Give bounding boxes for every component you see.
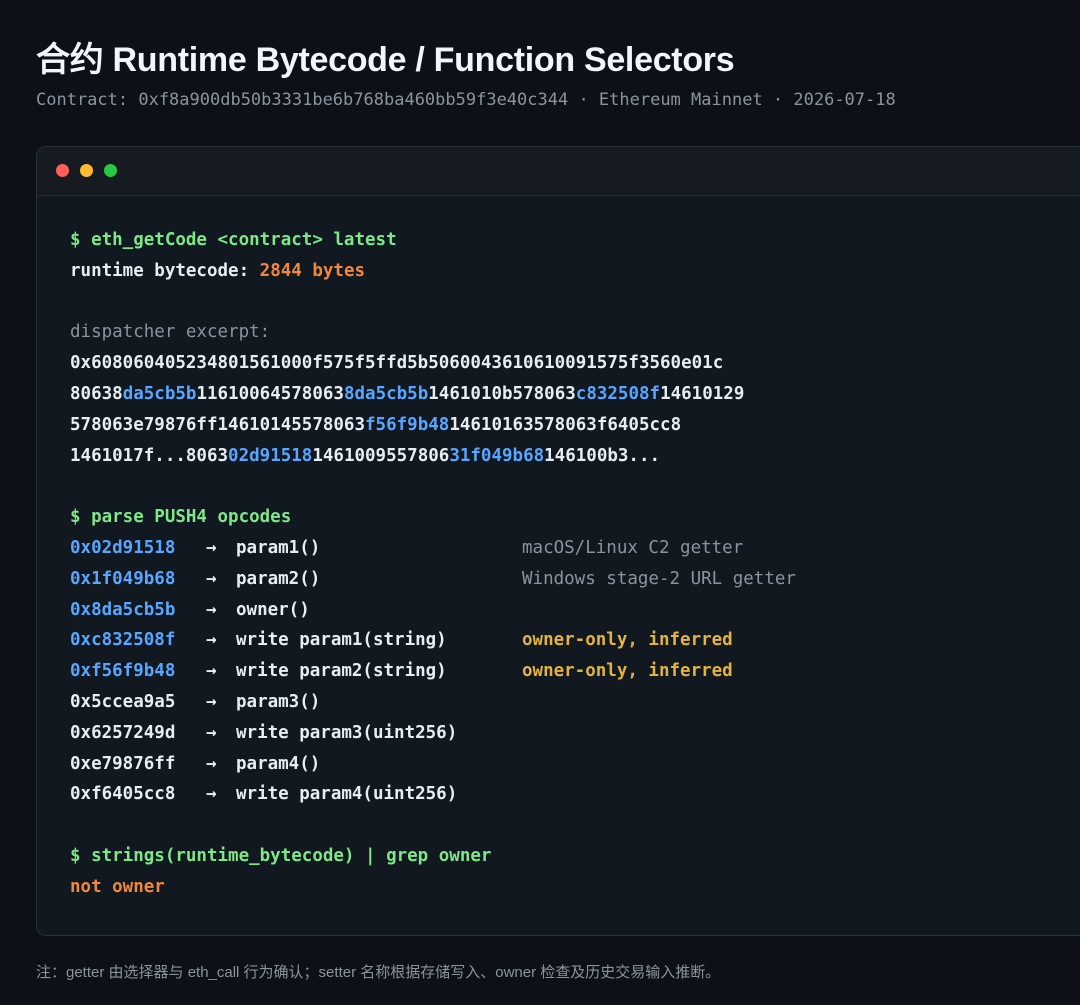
arrow-icon: → — [206, 691, 217, 712]
arrow-icon: → — [206, 661, 217, 682]
grep-result: not owner — [70, 876, 165, 897]
hex-line: 578063e79876ff14610145578063f56f9b481461… — [70, 410, 744, 441]
arrow-icon: → — [206, 722, 217, 743]
hex-segment: 0x608060405234801561000f575f5ffd5b506004… — [70, 353, 724, 374]
command-get-code: $ eth_getCode <contract> latest — [70, 230, 397, 250]
hex-dump: 0x608060405234801561000f575f5ffd5b506004… — [70, 348, 744, 471]
selector-highlight: 8da5cb5b — [343, 383, 429, 404]
selector-highlight: 02d91518 — [228, 445, 313, 466]
function-signature: owner() — [236, 599, 310, 620]
arrow-icon: → — [206, 537, 217, 558]
selector-hex: 0xf56f9b48 — [70, 661, 176, 682]
hex-segment: 578063e79876ff14610145578063 — [70, 414, 366, 435]
function-signature: write param3(uint256) — [236, 722, 458, 743]
arrow-icon: → — [206, 568, 217, 589]
arrow-icon: → — [206, 599, 217, 620]
selector-list: 0x02d91518 → param1() macOS/Linux C2 getter… — [70, 533, 796, 810]
selector-row: 0xc832508f → write param1(string) owner-onl… — [70, 625, 744, 656]
selector-row: 0x02d91518 → param1() macOS/Linux C2 getter — [70, 533, 744, 564]
function-signature: param2() — [236, 568, 321, 589]
function-signature: param3() — [236, 691, 321, 712]
bytecode-label: runtime bytecode: — [70, 260, 260, 281]
hex-segment: 1461017f...8063 — [70, 445, 229, 466]
contract-subtitle: Contract: 0xf8a900db50b3331be6b768ba460b… — [36, 90, 896, 110]
selector-hex: 0x5ccea9a5 — [70, 691, 176, 712]
selector-note: owner-only, inferred — [522, 661, 733, 682]
function-signature: write param1(string) — [236, 630, 447, 651]
selector-hex: 0xe79876ff — [70, 753, 176, 774]
selector-row: 0xe79876ff → param4() — [70, 749, 744, 780]
hex-segment: 146100b3... — [544, 445, 661, 466]
function-signature: write param2(string) — [236, 661, 447, 682]
selector-note: macOS/Linux C2 getter — [522, 537, 744, 558]
selector-hex: 0xf6405cc8 — [70, 784, 176, 805]
terminal-output: $ eth_getCode <contract> latest runtime … — [70, 225, 796, 903]
selector-highlight: c832508f — [575, 383, 661, 404]
hex-segment: 1461009557806 — [312, 445, 450, 466]
bytecode-size-line: runtime bytecode: 2844 bytes — [70, 256, 744, 287]
arrow-icon: → — [206, 630, 217, 651]
hex-segment: 14610163578063f6405cc8 — [449, 414, 682, 435]
function-signature: param1() — [236, 537, 321, 558]
close-dot[interactable] — [56, 164, 69, 177]
selector-row: 0x6257249d → write param3(uint256) — [70, 718, 744, 749]
selector-hex: 0x1f049b68 — [70, 568, 176, 589]
function-signature: write param4(uint256) — [236, 784, 458, 805]
hex-segment: 14610129 — [660, 383, 745, 404]
selector-row: 0x5ccea9a5 → param3() — [70, 687, 744, 718]
minimize-dot[interactable] — [80, 164, 93, 177]
selector-hex: 0x6257249d — [70, 722, 176, 743]
command-parse-push4: $ parse PUSH4 opcodes — [70, 507, 292, 528]
terminal-window: $ eth_getCode <contract> latest runtime … — [36, 146, 1080, 936]
hex-line: 80638da5cb5b116100645780638da5cb5b146101… — [70, 379, 744, 410]
hex-line: 0x608060405234801561000f575f5ffd5b506004… — [70, 348, 744, 379]
selector-note: Windows stage-2 URL getter — [522, 568, 796, 589]
bytecode-size-value: 2844 bytes — [259, 260, 366, 281]
function-signature: param4() — [236, 753, 321, 774]
selector-note: owner-only, inferred — [522, 630, 733, 651]
hex-line: 1461017f...806302d91518146100955780631f0… — [70, 441, 744, 472]
selector-highlight: f56f9b48 — [365, 414, 450, 435]
footnote: 注：getter 由选择器与 eth_call 行为确认；setter 名称根据… — [36, 964, 721, 981]
selector-hex: 0x8da5cb5b — [70, 599, 176, 620]
dispatcher-label: dispatcher excerpt: — [70, 322, 271, 343]
arrow-icon: → — [206, 784, 217, 805]
terminal-titlebar — [37, 147, 1080, 196]
selector-highlight: da5cb5b — [122, 383, 197, 404]
selector-hex: 0xc832508f — [70, 630, 176, 651]
page-title: 合约 Runtime Bytecode / Function Selectors — [36, 41, 735, 79]
hex-segment: 11610064578063 — [196, 383, 344, 404]
command-strings-grep: $ strings(runtime_bytecode) | grep owner — [70, 845, 492, 866]
selector-highlight: 31f049b68 — [449, 445, 545, 466]
selector-row: 0x8da5cb5b → owner() — [70, 595, 744, 626]
hex-segment: 80638 — [70, 383, 123, 404]
selector-row: 0x1f049b68 → param2() Windows stage-2 URL g… — [70, 564, 796, 595]
selector-hex: 0x02d91518 — [70, 537, 176, 558]
selector-row: 0xf56f9b48 → write param2(string) owner-onl… — [70, 656, 744, 687]
arrow-icon: → — [206, 753, 217, 774]
selector-row: 0xf6405cc8 → write param4(uint256) — [70, 779, 744, 810]
maximize-dot[interactable] — [104, 164, 117, 177]
hex-segment: 1461010b578063 — [428, 383, 576, 404]
